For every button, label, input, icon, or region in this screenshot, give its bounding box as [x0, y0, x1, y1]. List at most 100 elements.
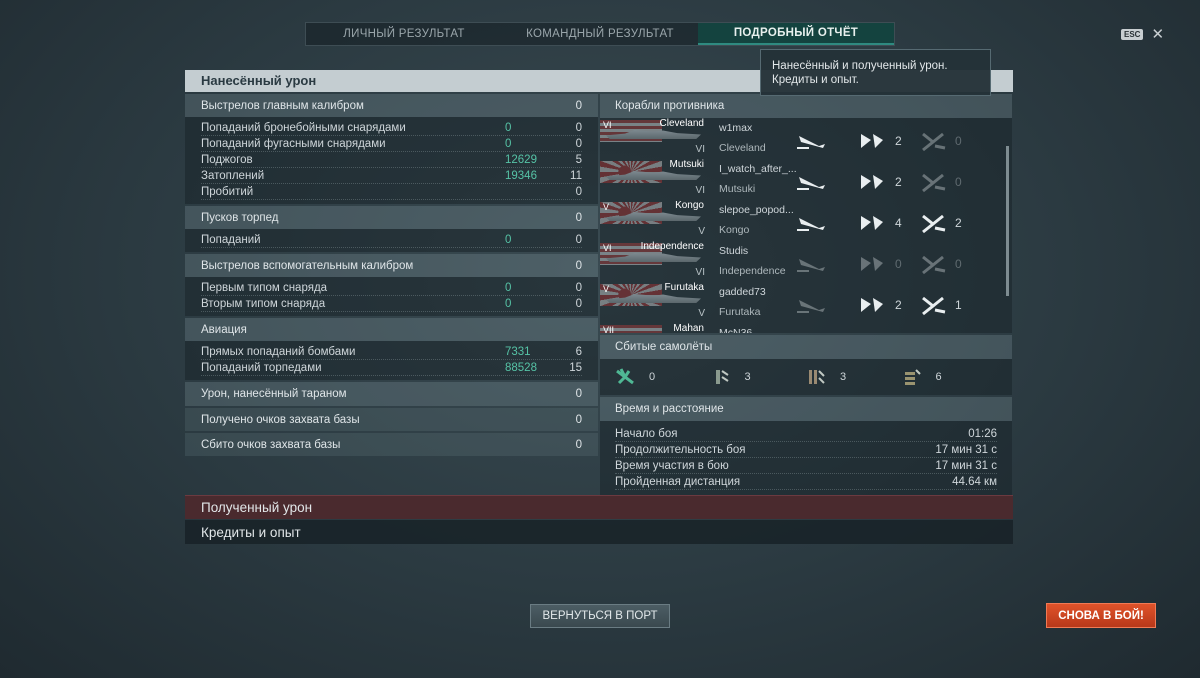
time-distance-header: Время и расстояние	[600, 397, 1012, 421]
return-to-port-button[interactable]: ВЕРНУТЬСЯ В ПОРТ	[530, 604, 670, 628]
ship-stats: 20	[797, 159, 977, 200]
ship-image: Mutsuki VI	[600, 159, 707, 200]
stat-damage: 88528	[505, 361, 537, 374]
ship-tier-bottom: VI	[695, 185, 705, 196]
right-panel: Корабли противника VI Cleveland VI w1max Cle…	[600, 94, 1012, 496]
ship-tier-bottom: VI	[695, 267, 705, 278]
stat-row: Прямых попаданий бомбами 7331 6	[201, 344, 582, 360]
group-body-secondary: Первым типом снаряда 0 0 Вторым типом снаря…	[185, 277, 598, 316]
player-info: gadded73 Furutaka	[707, 282, 797, 323]
group-header-main-battery: Выстрелов главным калибром 0	[185, 94, 598, 117]
ship-image: V Furutaka V	[600, 282, 707, 323]
player-info: Studis Independence	[707, 241, 797, 282]
stat-count: 1	[955, 297, 962, 312]
enemy-ship-row[interactable]: VII Mahan McN36	[600, 323, 1012, 333]
battle-again-button[interactable]: СНОВА В БОЙ!	[1046, 603, 1156, 628]
ship-image: V Kongo V	[600, 200, 707, 241]
torpedo-hit-icon	[797, 135, 825, 149]
shell-hit-icon	[861, 174, 883, 189]
shell-hit-icon	[861, 256, 883, 271]
stat-torp	[797, 294, 857, 316]
stat-row: Попаданий торпедами 88528 15	[201, 360, 582, 376]
esc-key-badge: ESC	[1121, 29, 1144, 40]
group-header-secondary: Выстрелов вспомогательным калибром 0	[185, 254, 598, 277]
ship-tier-bottom: V	[698, 308, 705, 319]
stat-count: 0	[955, 174, 962, 189]
enemy-ships-list[interactable]: VI Cleveland VI w1max Cleveland 2 0 Mutsuki VI I_…	[600, 118, 1012, 333]
stat-value: 0	[575, 121, 582, 134]
shell-hit-icon	[861, 215, 883, 230]
stat-label: Попаданий фугасными снарядами	[201, 137, 386, 150]
tooltip-line: Кредиты и опыт.	[772, 74, 859, 86]
time-value: 17 мин 31 с	[935, 459, 997, 472]
enemy-ship-row[interactable]: VI Independence VI Studis Independence 0 0	[600, 241, 1012, 282]
enemy-ship-row[interactable]: VI Cleveland VI w1max Cleveland 2 0	[600, 118, 1012, 159]
tab-team-result[interactable]: КОМАНДНЫЙ РЕЗУЛЬТАТ	[502, 23, 698, 45]
stat-damage: 0	[505, 233, 512, 246]
tab-personal-result[interactable]: ЛИЧНЫЙ РЕЗУЛЬТАТ	[306, 23, 502, 45]
stat-torp	[797, 130, 857, 152]
ship-tier-bottom: VI	[695, 144, 705, 155]
stat-torp	[797, 212, 857, 234]
stat-count: 2	[895, 297, 902, 312]
close-control[interactable]: ESC ✕	[1121, 27, 1164, 42]
group-header-ramming: Урон, нанесённый тараном 0	[185, 382, 598, 406]
stat-damage: 12629	[505, 153, 537, 166]
group-body-aviation: Прямых попаданий бомбами 7331 6 Попаданий т…	[185, 341, 598, 380]
enemy-ship-row[interactable]: V Kongo Vslepoe_popod... Kongo 4 2	[600, 200, 1012, 241]
stat-label: Прямых попаданий бомбами	[201, 345, 356, 358]
stat-row: Поджогов 12629 5	[201, 152, 582, 168]
ship-image: VI Cleveland VI	[600, 118, 707, 159]
group-header-torpedoes: Пусков торпед 0	[185, 206, 598, 229]
ship-stats: 21	[797, 282, 977, 323]
planes-header: Сбитые самолёты	[600, 335, 1012, 359]
enemy-ships-header: Корабли противника	[600, 94, 1012, 118]
stat-hit: 2	[857, 294, 917, 316]
player-info: McN36	[707, 323, 797, 333]
group-value: 0	[575, 211, 582, 224]
stat-row: Затоплений 19346 11	[201, 168, 582, 184]
ship-tier-bottom: V	[698, 226, 705, 237]
ship-tier: V	[603, 284, 610, 294]
plane-fighter: 0	[615, 367, 711, 387]
group-title: Выстрелов главным калибром	[201, 99, 364, 112]
stat-value: 0	[575, 233, 582, 246]
fire-icon	[922, 214, 946, 233]
fire-icon	[922, 255, 946, 274]
group-value: 0	[575, 438, 582, 451]
stat-count: 2	[895, 174, 902, 189]
ship-tier: VII	[603, 325, 615, 333]
enemy-ship-row[interactable]: Mutsuki VI I_watch_after_... Mutsuki 2 0	[600, 159, 1012, 200]
stat-fire: 1	[917, 294, 977, 316]
close-icon[interactable]: ✕	[1151, 27, 1164, 42]
enemy-ship-row[interactable]: V Furutaka Vgadded73 Furutaka 2 1	[600, 282, 1012, 323]
torpedo-hit-icon	[797, 258, 825, 272]
stat-row: Вторым типом снаряда 0 0	[201, 296, 582, 312]
stat-value: 0	[575, 297, 582, 310]
stat-value: 0	[575, 185, 582, 198]
group-title: Сбито очков захвата базы	[201, 438, 341, 451]
fire-icon	[922, 132, 946, 151]
tab-detailed-report[interactable]: ПОДРОБНЫЙ ОТЧЁТ	[698, 23, 894, 45]
stat-value: 15	[569, 361, 582, 374]
player-name: w1max	[719, 122, 753, 134]
stat-label: Попаданий торпедами	[201, 361, 322, 374]
ship-stats: 00	[797, 241, 977, 282]
stat-count: 4	[895, 215, 902, 230]
ship-stats: 42	[797, 200, 977, 241]
stat-row: Пробитий 0	[201, 184, 582, 200]
ship-image: VII Mahan	[600, 323, 707, 333]
tooltip-line: Нанесённый и полученный урон.	[772, 60, 948, 72]
group-value: 0	[575, 413, 582, 426]
shell-hit-icon	[861, 297, 883, 312]
plane-torpedo-bomber: 6	[902, 367, 998, 387]
time-value: 01:26	[968, 427, 997, 440]
ship-class-name: Mutsuki	[669, 159, 704, 170]
group-header-aviation: Авиация	[185, 318, 598, 341]
torpedo-plane-icon	[904, 369, 921, 385]
stat-count: 0	[955, 133, 962, 148]
credits-exp-bar[interactable]: Кредиты и опыт	[185, 520, 1013, 544]
player-info: slepoe_popod... Kongo	[707, 200, 797, 241]
ship-class-name: Independence	[640, 241, 704, 252]
damage-received-bar[interactable]: Полученный урон	[185, 495, 1013, 519]
